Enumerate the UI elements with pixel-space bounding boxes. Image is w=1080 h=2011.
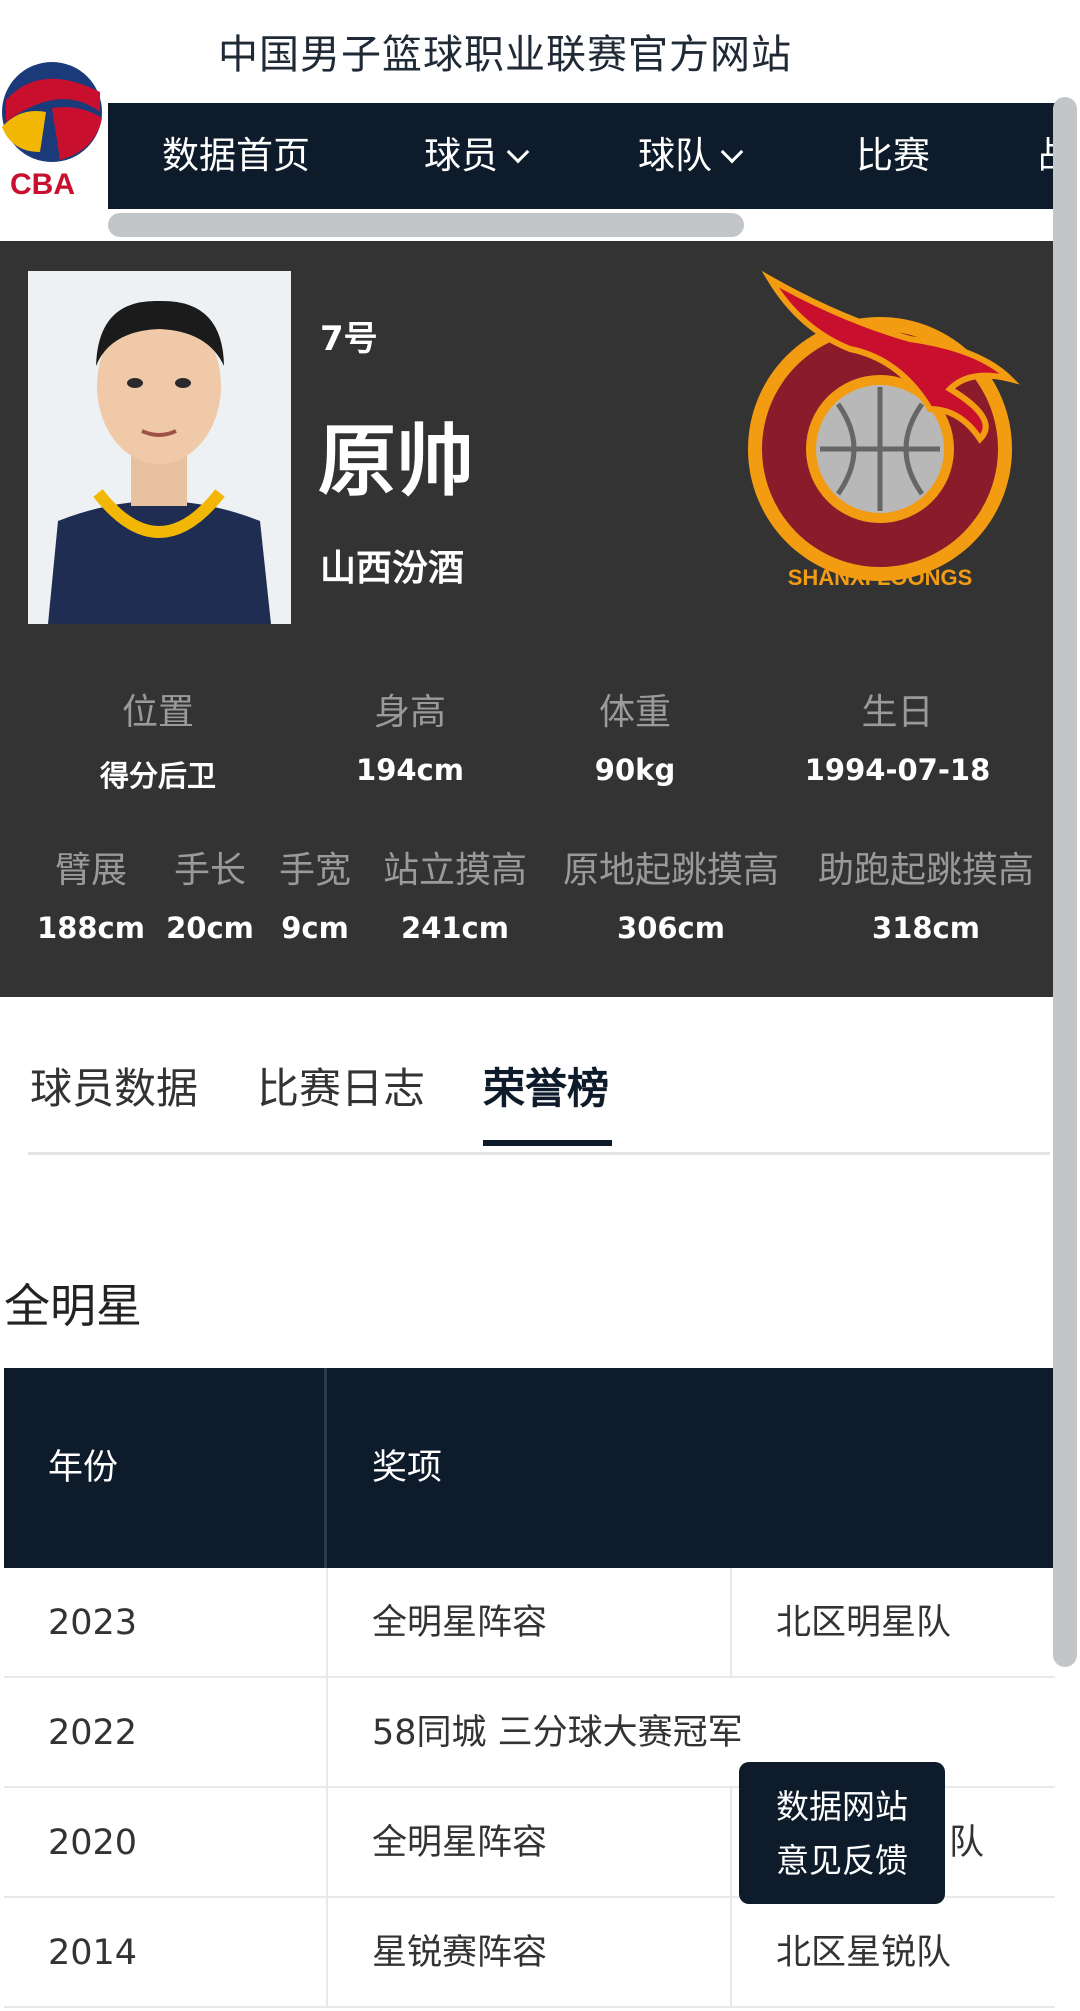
cell-award: 全明星阵容	[372, 1603, 548, 1643]
cell-divider	[326, 1898, 328, 2008]
stat-hand-width: 手宽 9cm	[265, 841, 365, 945]
stat-hand-length: 手长 20cm	[160, 841, 260, 945]
cell-year: 2022	[48, 1713, 138, 1753]
vertical-scrollbar[interactable]	[1053, 97, 1077, 1667]
table-row: 2023 全明星阵容 北区明星队	[4, 1568, 1055, 1678]
cell-team: 北区星锐队	[776, 1933, 952, 1973]
stat-standing-reach: 站立摸高 241cm	[375, 841, 535, 945]
stat-label: 站立摸高	[382, 850, 527, 891]
stat-label: 生日	[861, 692, 934, 733]
cell-divider	[326, 1568, 328, 1678]
cell-year: 2014	[48, 1933, 138, 1973]
column-header-year: 年份	[48, 1448, 119, 1488]
stat-label: 体重	[598, 692, 671, 733]
stat-value: 318cm	[872, 911, 980, 945]
nav-label: 比赛	[856, 134, 930, 177]
player-name: 原帅	[318, 417, 475, 507]
column-header-award: 奖项	[372, 1448, 443, 1488]
stat-label: 手宽	[278, 850, 351, 891]
cell-award: 全明星阵容	[372, 1823, 548, 1863]
cell-award: 星锐赛阵容	[372, 1933, 548, 1973]
stat-label: 身高	[373, 692, 446, 733]
stat-label: 原地起跳摸高	[562, 850, 779, 891]
section-title: 全明星	[4, 1279, 142, 1333]
stat-label: 位置	[121, 692, 194, 733]
cba-logo[interactable]: CBA	[0, 52, 112, 202]
team-logo[interactable]: SHANXI LOONGS	[730, 269, 1030, 590]
player-team[interactable]: 山西汾酒	[320, 539, 464, 591]
chevron-down-icon	[506, 140, 530, 164]
site-header: 中国男子篮球职业联赛官方网站 CBA 数据首页 球员 球队 比赛 战	[0, 0, 1080, 241]
nav-label: 数据首页	[162, 134, 310, 177]
site-title: 中国男子篮球职业联赛官方网站	[218, 32, 792, 78]
nav-label: 球队	[638, 134, 712, 177]
stat-value: 20cm	[166, 911, 254, 945]
team-logo-text: SHANXI LOONGS	[788, 565, 973, 589]
stat-value: 9cm	[281, 911, 349, 945]
stat-value: 194cm	[356, 753, 464, 787]
stat-weight: 体重 90kg	[565, 683, 705, 787]
logo-text: CBA	[10, 168, 75, 201]
feedback-line-2: 意见反馈	[776, 1841, 908, 1880]
tab-game-log[interactable]: 比赛日志	[257, 1055, 425, 1116]
main-nav: 数据首页 球员 球队 比赛 战	[108, 103, 1055, 209]
player-photo	[28, 271, 291, 624]
stat-label: 助跑起跳摸高	[817, 850, 1034, 891]
cell-team: 队	[949, 1823, 985, 1863]
stat-height: 身高 194cm	[335, 683, 485, 787]
cell-year: 2020	[48, 1823, 138, 1863]
table-header: 年份 奖项	[4, 1368, 1055, 1568]
stat-label: 臂展	[54, 850, 127, 891]
cell-year: 2023	[48, 1603, 138, 1643]
active-tab-indicator	[483, 1140, 612, 1146]
chevron-down-icon	[720, 140, 744, 164]
stat-wingspan: 臂展 188cm	[30, 841, 152, 945]
tab-divider	[28, 1152, 1050, 1155]
nav-label: 球员	[424, 134, 498, 177]
nav-item-players[interactable]: 球员	[424, 103, 530, 209]
feedback-button[interactable]: 数据网站 意见反馈	[739, 1762, 945, 1904]
tab-player-stats[interactable]: 球员数据	[30, 1055, 198, 1116]
stat-value: 90kg	[594, 753, 676, 787]
stat-birthday: 生日 1994-07-18	[790, 683, 1005, 787]
stat-value: 306cm	[617, 911, 725, 945]
stat-label: 手长	[173, 850, 246, 891]
stat-value: 188cm	[37, 911, 145, 945]
stat-running-vertical: 助跑起跳摸高 318cm	[810, 841, 1042, 945]
cell-divider	[730, 1568, 732, 1678]
nav-item-games[interactable]: 比赛	[856, 103, 930, 209]
stat-position: 位置 得分后卫	[78, 683, 238, 795]
stat-value: 1994-07-18	[804, 753, 991, 787]
stat-value: 241cm	[401, 911, 509, 945]
cell-divider	[326, 1678, 328, 1788]
table-row: 2014 星锐赛阵容 北区星锐队	[4, 1898, 1055, 2008]
header-divider	[324, 1368, 327, 1568]
player-number: 7号	[320, 319, 378, 359]
cell-divider	[730, 1788, 732, 1898]
cell-divider	[730, 1898, 732, 2008]
stat-value: 得分后卫	[99, 759, 216, 793]
nav-item-teams[interactable]: 球队	[638, 103, 744, 209]
cell-team: 北区明星队	[776, 1603, 952, 1643]
stat-standing-vertical: 原地起跳摸高 306cm	[555, 841, 787, 945]
player-profile: 7号 原帅 山西汾酒 SHANXI LOONGS 位置 得分后卫 身高 194c…	[0, 241, 1055, 997]
horizontal-scrollbar[interactable]	[108, 213, 744, 237]
cell-divider	[326, 1788, 328, 1898]
feedback-line-1: 数据网站	[776, 1787, 908, 1826]
tab-honors[interactable]: 荣誉榜	[483, 1055, 609, 1116]
cell-award: 58同城 三分球大赛冠军	[372, 1713, 743, 1753]
nav-item-home[interactable]: 数据首页	[162, 103, 310, 209]
